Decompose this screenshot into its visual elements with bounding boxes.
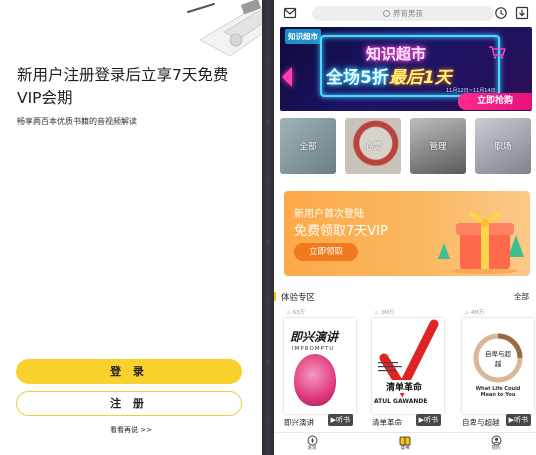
book-cover[interactable]: 自卑与超越 What Life Could Mean to You bbox=[462, 318, 534, 414]
search-icon bbox=[383, 10, 390, 17]
play-count-value: 63万 bbox=[292, 310, 306, 316]
register-button[interactable]: 注 册 bbox=[16, 391, 242, 416]
buy-now-button[interactable]: 立即抢购 bbox=[458, 93, 532, 110]
cover-art bbox=[294, 354, 336, 406]
listen-button[interactable]: ▶听书 bbox=[415, 414, 441, 426]
view-all-link[interactable]: 全部 bbox=[514, 291, 529, 302]
claim-vip-button[interactable]: 立即领取 bbox=[294, 243, 358, 261]
play-count: ♨ 3M万 bbox=[374, 308, 394, 316]
cover-subtitle: What Life Could Mean to You bbox=[475, 386, 521, 398]
play-count: ♨ 4M万 bbox=[464, 308, 484, 316]
tab-reading[interactable]: 读书 bbox=[385, 434, 425, 455]
play-count-value: 4M万 bbox=[470, 310, 485, 316]
section-title: 体验专区 bbox=[281, 293, 316, 303]
tab-label: 我的 bbox=[491, 446, 501, 451]
category-management[interactable]: 管理 bbox=[410, 118, 466, 174]
history-icon[interactable] bbox=[494, 6, 508, 20]
cover-title: 清单革命 bbox=[386, 380, 423, 393]
search-input[interactable]: 养育男孩 bbox=[312, 6, 494, 21]
gift-box-icon bbox=[438, 212, 524, 274]
category-label: 全部 bbox=[299, 142, 317, 152]
mail-icon[interactable] bbox=[283, 6, 297, 20]
vip-line1: 新用户首次登陆 bbox=[294, 209, 364, 220]
category-career[interactable]: 职场 bbox=[475, 118, 531, 174]
banner-offer: 全场5折最后1天 bbox=[326, 63, 452, 88]
promo-title: 新用户注册登录后立享7天免费VIP会期 bbox=[17, 66, 229, 107]
fire-icon: ♨ bbox=[374, 310, 379, 316]
compass-icon bbox=[307, 435, 317, 446]
play-count: ♨ 63万 bbox=[286, 308, 305, 316]
vip-offer-card[interactable]: 新用户首次登陆 免费领取7天VIP 立即领取 bbox=[284, 191, 530, 276]
section-accent-bar bbox=[274, 292, 276, 301]
listen-button[interactable]: ▶听书 bbox=[327, 414, 353, 426]
play-count-value: 3M万 bbox=[380, 310, 395, 316]
banner-headline: 知识超市 bbox=[366, 45, 427, 63]
search-placeholder: 养育男孩 bbox=[393, 9, 423, 18]
screen-divider bbox=[262, 0, 274, 455]
cover-subtitle: IMPROMPTU bbox=[292, 346, 335, 352]
book-title: 即兴演讲 bbox=[284, 418, 314, 427]
listen-button[interactable]: ▶听书 bbox=[505, 414, 531, 426]
cart-icon bbox=[489, 46, 506, 59]
experience-section-header: 体验专区 全部 bbox=[274, 290, 536, 304]
book-title: 自卑与超越 bbox=[462, 418, 500, 427]
desk-decoration-image bbox=[180, 0, 262, 58]
book-cover[interactable]: 清单革命 ATUL GAWANDE bbox=[372, 318, 444, 414]
category-all[interactable]: 全部 bbox=[280, 118, 336, 174]
fire-icon: ♨ bbox=[464, 310, 469, 316]
cover-title: 即兴演讲 bbox=[290, 330, 339, 344]
tab-discover[interactable]: 发现 bbox=[292, 434, 332, 455]
promo-subtitle: 畅享两百本优质书籍的音视频解读 bbox=[17, 117, 137, 126]
login-button[interactable]: 登 录 bbox=[16, 359, 242, 384]
book-icon bbox=[399, 436, 411, 446]
download-icon[interactable] bbox=[515, 6, 529, 20]
category-label: 心灵 bbox=[364, 142, 382, 152]
profile-icon bbox=[491, 435, 501, 446]
fire-icon: ♨ bbox=[286, 310, 291, 316]
book-cover[interactable]: 即兴演讲 IMPROMPTU bbox=[284, 318, 356, 414]
bottom-tab-bar: 发现 读书 我的 bbox=[274, 432, 536, 455]
tab-label: 读书 bbox=[400, 446, 410, 451]
cover-title: 自卑与超越 bbox=[485, 350, 511, 368]
banner-offer-highlight: 最后1天 bbox=[388, 68, 452, 88]
category-row: 全部 心灵 管理 职场 bbox=[280, 118, 532, 174]
top-bar: 养育男孩 bbox=[274, 0, 536, 26]
category-mind[interactable]: 心灵 bbox=[345, 118, 401, 174]
banner-logo: 知识超市 bbox=[285, 29, 321, 44]
book-card[interactable]: ♨ 63万 即兴演讲 IMPROMPTU ▶听书 即兴演讲 bbox=[284, 306, 356, 430]
book-card[interactable]: ♨ 3M万 清单革命 ATUL GAWANDE ▶听书 清单革命 bbox=[372, 306, 444, 430]
banner-offer-prefix: 全场5折 bbox=[326, 68, 389, 88]
tab-label: 发现 bbox=[307, 446, 317, 451]
book-list: ♨ 63万 即兴演讲 IMPROMPTU ▶听书 即兴演讲 ♨ 3M万 清单革命… bbox=[274, 306, 536, 432]
book-card[interactable]: ♨ 4M万 自卑与超越 What Life Could Mean to You … bbox=[462, 306, 534, 430]
book-title: 清单革命 bbox=[372, 418, 402, 427]
browse-later-link[interactable]: 看看再说 >> bbox=[0, 425, 262, 435]
category-label: 管理 bbox=[429, 142, 447, 152]
login-screen: 新用户注册登录后立享7天免费VIP会期 畅享两百本优质书籍的音视频解读 登 录 … bbox=[0, 0, 262, 455]
home-screen: 养育男孩 知识超市 知识超市 全场5折最后1天 11月12日~11月14日 立即… bbox=[274, 0, 536, 455]
promo-banner[interactable]: 知识超市 知识超市 全场5折最后1天 11月12日~11月14日 立即抢购 bbox=[280, 27, 532, 111]
category-label: 职场 bbox=[494, 142, 512, 152]
vip-line2: 免费领取7天VIP bbox=[294, 224, 388, 239]
neon-arrow-decoration bbox=[282, 67, 292, 87]
tab-profile[interactable]: 我的 bbox=[476, 434, 516, 455]
cover-subtitle: ATUL GAWANDE bbox=[374, 398, 428, 405]
